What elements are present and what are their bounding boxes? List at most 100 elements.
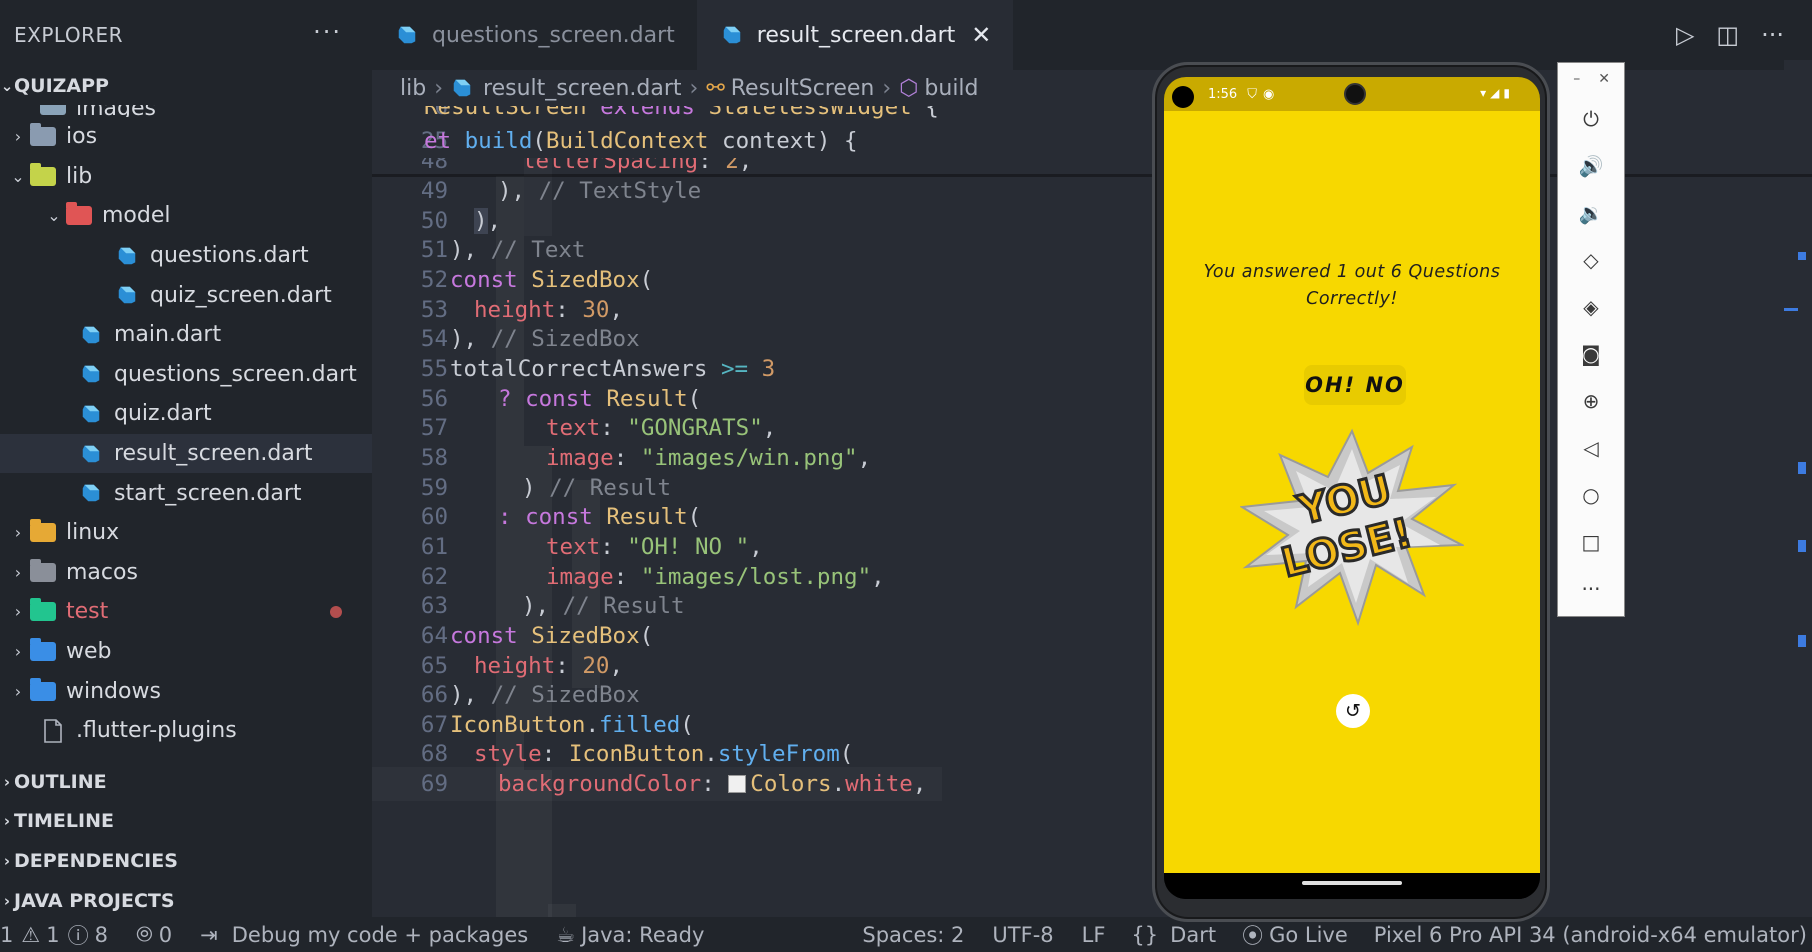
tree-item-linux[interactable]: › linux xyxy=(0,513,372,553)
go-live-button[interactable]: ⦿ Go Live xyxy=(1242,920,1348,950)
tree-item-questions-screen-dart[interactable]: questions_screen.dart xyxy=(0,355,372,395)
zoom-button[interactable]: ⊕ xyxy=(1558,377,1624,424)
line-number: 64 xyxy=(420,623,448,649)
code-row[interactable]: 68 style: IconButton.styleFrom( xyxy=(372,737,1812,771)
section-timeline[interactable]: › TIMELINE xyxy=(0,802,372,842)
tree-item-images[interactable]: images xyxy=(0,105,372,117)
more-actions-icon[interactable]: ··· xyxy=(313,18,342,46)
project-header[interactable]: ⌄ QUIZAPP xyxy=(0,70,372,102)
code-row[interactable]: 64 const SizedBox( xyxy=(372,619,1812,653)
broadcast-icon: ⦾ xyxy=(135,922,153,946)
section-dependencies[interactable]: › DEPENDENCIES xyxy=(0,841,372,881)
breadcrumb-item[interactable]: build xyxy=(924,76,978,101)
line-number: 49 xyxy=(420,178,448,204)
tree-item-start-screen-dart[interactable]: start_screen.dart xyxy=(0,473,372,513)
close-icon[interactable]: ✕ xyxy=(971,21,991,49)
line-number: 58 xyxy=(420,445,448,471)
camera-icon: ◙ xyxy=(1581,341,1601,366)
result-message: You answered 1 out 6 Questions Correctly… xyxy=(1203,262,1501,309)
braces-icon: {} xyxy=(1131,922,1159,947)
tree-item-label: .flutter-plugins xyxy=(76,718,237,744)
tree-item-label: lib xyxy=(66,163,93,189)
java-status[interactable]: ☕ Java: Ready xyxy=(556,923,704,947)
android-emulator: 1:56 ⛉ ◉ ▾ ◢ ▮ You answered 1 out 6 Ques… xyxy=(1152,62,1550,922)
emulator-toolbar: – ✕ ⏻ 🔊 🔉 ◇ ◈ ◙ ⊕ ◁ ○ □ ··· xyxy=(1557,62,1625,617)
overview-button[interactable]: □ xyxy=(1558,518,1624,565)
restart-button[interactable]: ↺ xyxy=(1336,694,1370,728)
power-button[interactable]: ⏻ xyxy=(1558,95,1624,142)
line-number: 55 xyxy=(420,356,448,382)
language-mode[interactable]: {} Dart xyxy=(1131,923,1216,947)
line-endings[interactable]: LF xyxy=(1082,923,1106,947)
split-editor-icon[interactable]: ◫ xyxy=(1716,21,1739,49)
dart-file-icon xyxy=(114,283,140,307)
line-number: 66 xyxy=(420,682,448,708)
android-icon: ◉ xyxy=(1262,86,1275,102)
tree-item-questions-dart[interactable]: questions.dart xyxy=(0,236,372,276)
volume-up-icon: 🔊 xyxy=(1578,153,1604,178)
breadcrumb-item[interactable]: lib xyxy=(400,76,426,101)
code-line: const SizedBox( xyxy=(450,267,654,293)
tree-item-ios[interactable]: › ios xyxy=(0,117,372,157)
info-count: 8 xyxy=(94,922,108,947)
code-line: et build(BuildContext context) { xyxy=(424,128,858,154)
tree-item-test[interactable]: › test xyxy=(0,592,372,632)
volume-up-button[interactable]: 🔊 xyxy=(1558,142,1624,189)
breadcrumb-item[interactable]: ResultScreen xyxy=(731,76,875,101)
section-outline[interactable]: › OUTLINE xyxy=(0,762,372,802)
indentation[interactable]: Spaces: 2 xyxy=(862,923,964,947)
tab-label: questions_screen.dart xyxy=(432,22,675,48)
encoding[interactable]: UTF-8 xyxy=(992,923,1053,947)
device-selector[interactable]: Pixel 6 Pro API 34 (android-x64 emulator… xyxy=(1374,923,1807,947)
tree-item-flutter-plugins[interactable]: .flutter-plugins xyxy=(0,711,372,751)
minimize-icon[interactable]: – xyxy=(1573,71,1580,87)
scroll-marker xyxy=(1798,540,1806,552)
tree-item-web[interactable]: › web xyxy=(0,632,372,672)
tree-item-lib[interactable]: ⌄ lib xyxy=(0,157,372,197)
tree-item-label: images xyxy=(76,105,156,117)
explorer-title: EXPLORER xyxy=(14,23,123,47)
section-java-projects[interactable]: › JAVA PROJECTS xyxy=(0,881,372,917)
ports-indicator[interactable]: ⦾ 0 xyxy=(136,922,172,947)
home-button[interactable]: ○ xyxy=(1558,471,1624,518)
more-icon: ··· xyxy=(1581,576,1601,601)
rotate-left-button[interactable]: ◇ xyxy=(1558,236,1624,283)
tree-item-model[interactable]: ⌄ model xyxy=(0,196,372,236)
breadcrumb-item[interactable]: result_screen.dart xyxy=(483,76,681,101)
close-icon[interactable]: ✕ xyxy=(1598,71,1610,87)
tree-item-result-screen-dart[interactable]: result_screen.dart xyxy=(0,433,372,474)
rotate-left-icon: ◇ xyxy=(1583,247,1599,272)
dart-file-icon xyxy=(723,26,741,44)
tree-item-label: model xyxy=(102,203,171,229)
more-actions-icon[interactable]: ··· xyxy=(1761,21,1784,49)
warning-icon: ⚠ xyxy=(21,922,41,947)
tree-item-quiz-screen-dart[interactable]: quiz_screen.dart xyxy=(0,275,372,315)
section-label: TIMELINE xyxy=(14,810,114,833)
tree-item-windows[interactable]: › windows xyxy=(0,671,372,711)
rotate-right-icon: ◈ xyxy=(1583,294,1599,319)
dart-file-icon xyxy=(398,26,416,44)
scrollbar[interactable] xyxy=(1784,60,1812,917)
code-row[interactable]: 69 backgroundColor: Colors.white, xyxy=(372,767,942,801)
tab-result-screen-dart[interactable]: result_screen.dart ✕ xyxy=(696,0,1014,70)
volume-down-button[interactable]: 🔉 xyxy=(1558,189,1624,236)
home-gesture-pill[interactable] xyxy=(1302,881,1402,885)
result-title: OH! NO xyxy=(1304,365,1406,405)
code-line: backgroundColor: Colors.white, xyxy=(498,771,927,797)
dart-file-icon xyxy=(78,442,104,466)
more-button[interactable]: ··· xyxy=(1558,565,1624,612)
rotate-right-button[interactable]: ◈ xyxy=(1558,283,1624,330)
device-screen[interactable]: 1:56 ⛉ ◉ ▾ ◢ ▮ You answered 1 out 6 Ques… xyxy=(1164,77,1540,899)
screenshot-button[interactable]: ◙ xyxy=(1558,330,1624,377)
code-row[interactable]: 66), // SizedBox xyxy=(372,678,1812,712)
tree-item-main-dart[interactable]: main.dart xyxy=(0,315,372,355)
tree-item-macos[interactable]: › macos xyxy=(0,553,372,593)
problems-indicator[interactable]: 1 ⚠ 1 ⓘ 8 xyxy=(0,920,108,950)
run-icon[interactable]: ▷ xyxy=(1676,21,1694,49)
tab-questions-screen-dart[interactable]: questions_screen.dart xyxy=(372,0,697,70)
warning-count: 1 xyxy=(46,922,60,947)
back-button[interactable]: ◁ xyxy=(1558,424,1624,471)
debug-mode[interactable]: ⇥ Debug my code + packages xyxy=(200,923,528,947)
tree-item-quiz-dart[interactable]: quiz.dart xyxy=(0,394,372,434)
folder-windows-icon xyxy=(30,677,56,703)
